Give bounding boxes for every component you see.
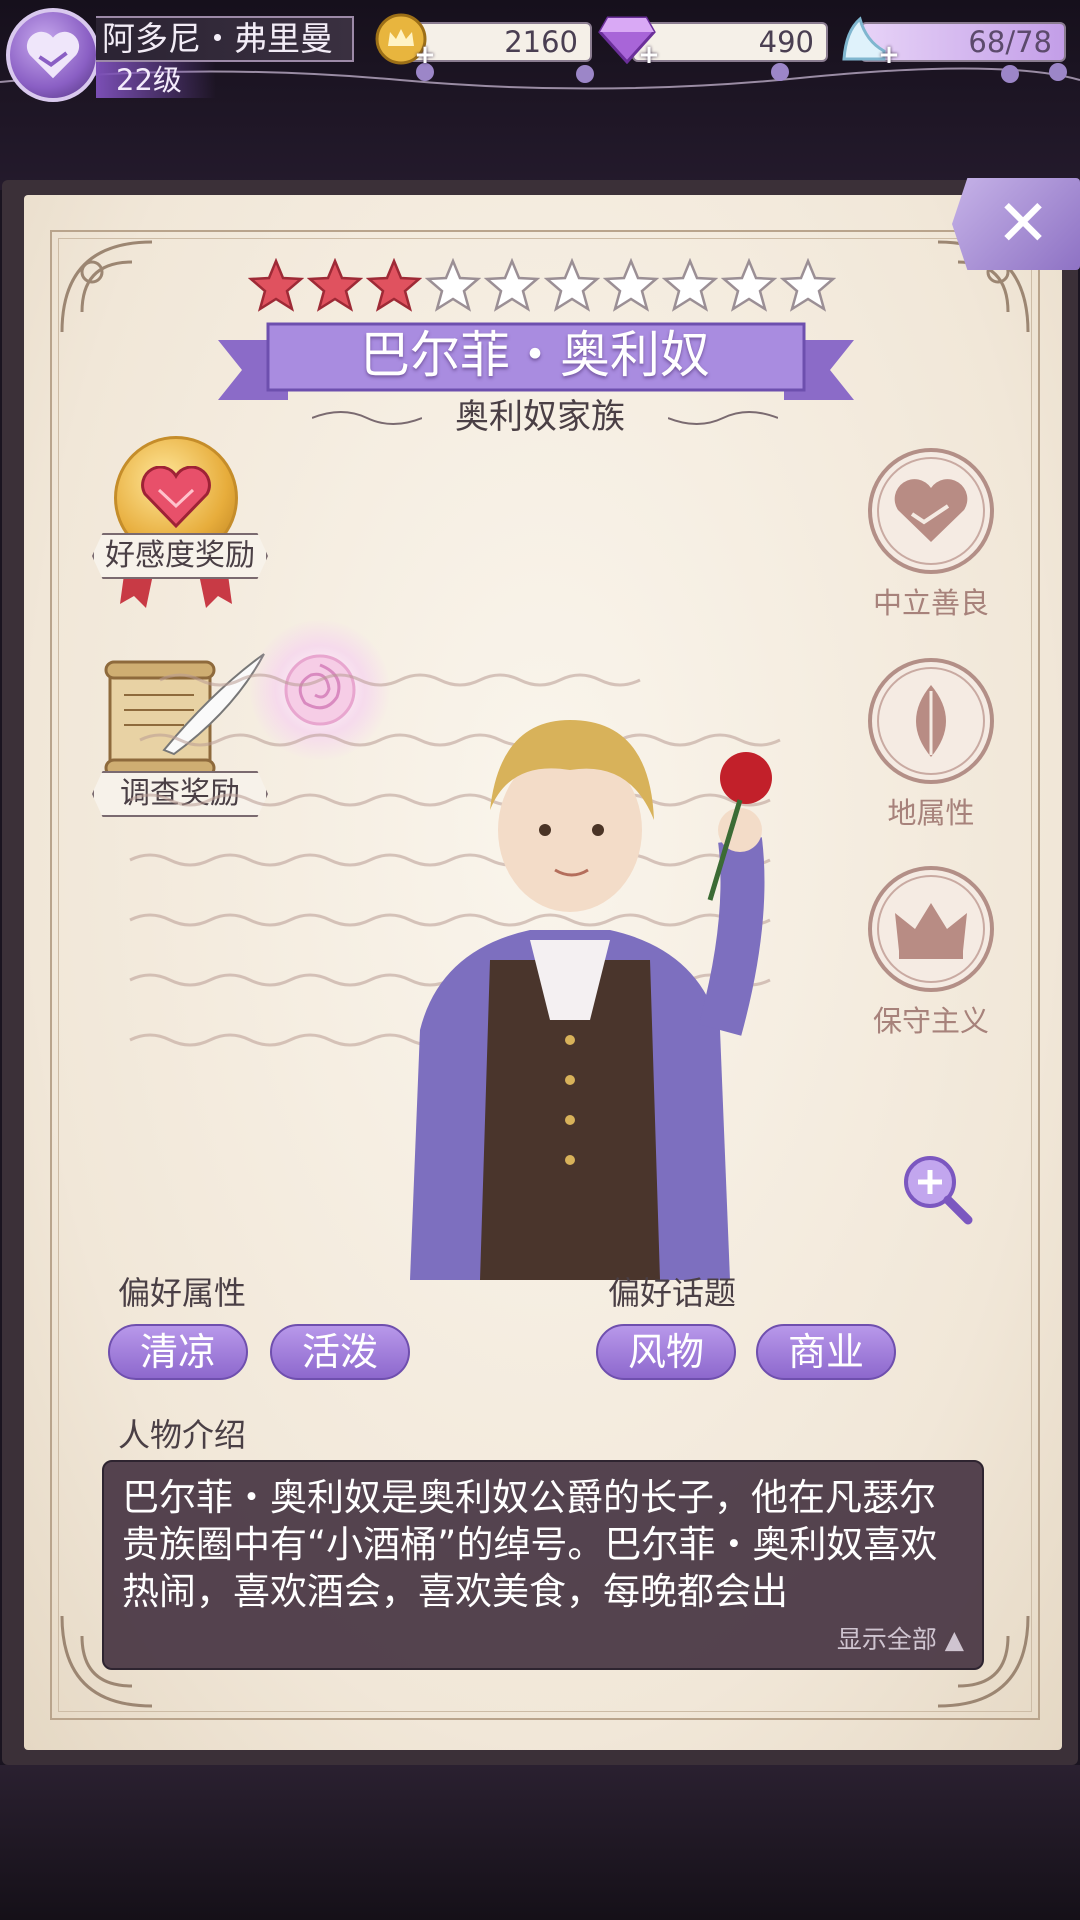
- star-rating: [248, 258, 836, 318]
- trait-emblem-alignment[interactable]: [868, 448, 994, 574]
- close-icon: ✕: [996, 187, 1050, 261]
- heart-gem-icon: [141, 466, 211, 529]
- topic-tag[interactable]: 风物: [596, 1324, 736, 1380]
- corner-ornament-top-left: [60, 240, 153, 333]
- add-gold-button[interactable]: +: [414, 42, 436, 68]
- trait-emblem-ideology[interactable]: [868, 866, 994, 992]
- trait-label-element: 地属性: [887, 796, 975, 830]
- character-family: 奥利奴家族: [455, 397, 625, 437]
- character-intro-box: 巴尔菲・奥利奴是奥利奴公爵的长子，他在凡瑟尔贵族圈中有“小酒桶”的绰号。巴尔菲・…: [102, 1460, 984, 1670]
- handshake-heart-icon: [26, 31, 80, 79]
- trait-label-ideology: 保守主义: [872, 1004, 989, 1038]
- star-filled-icon: [248, 258, 304, 312]
- character-intro-text: 巴尔菲・奥利奴是奥利奴公爵的长子，他在凡瑟尔贵族圈中有“小酒桶”的绰号。巴尔菲・…: [122, 1476, 938, 1613]
- show-all-button[interactable]: 显示全部 ▲: [837, 1620, 964, 1656]
- trait-emblem-element[interactable]: [868, 658, 994, 784]
- trait-label-alignment: 中立善良: [872, 586, 989, 620]
- star-filled-icon: [366, 258, 423, 312]
- player-avatar[interactable]: [6, 8, 100, 102]
- attribute-tag[interactable]: 活泼: [270, 1324, 410, 1380]
- affection-reward-label[interactable]: 好感度奖励: [92, 533, 268, 579]
- diamond-counter: 490: [632, 22, 828, 62]
- zoom-in-button[interactable]: [900, 1152, 974, 1226]
- preferred-topics-title: 偏好话题: [608, 1274, 737, 1312]
- star-empty-icon: [720, 258, 777, 312]
- player-level: 22级: [96, 62, 216, 98]
- topic-tag[interactable]: 商业: [756, 1324, 896, 1380]
- star-empty-icon: [779, 258, 836, 312]
- star-empty-icon: [425, 258, 482, 312]
- star-empty-icon: [484, 258, 541, 312]
- bottom-background: [0, 1765, 1080, 1920]
- attribute-tag[interactable]: 清凉: [108, 1324, 248, 1380]
- flourish-right: [668, 411, 778, 425]
- character-intro-title: 人物介绍: [118, 1416, 247, 1454]
- add-stamina-button[interactable]: +: [878, 42, 900, 68]
- handshake-icon: [894, 479, 968, 542]
- star-filled-icon: [307, 258, 364, 312]
- leaf-icon: [916, 685, 946, 757]
- star-empty-icon: [543, 258, 600, 312]
- character-portrait: [410, 720, 772, 1280]
- player-name: 阿多尼・弗里曼: [96, 16, 354, 62]
- close-button[interactable]: ✕: [952, 178, 1080, 270]
- preferred-attributes-title: 偏好属性: [118, 1274, 247, 1312]
- star-empty-icon: [661, 258, 718, 312]
- add-diamond-button[interactable]: +: [638, 42, 660, 68]
- star-empty-icon: [602, 258, 659, 312]
- crown-icon: [895, 903, 967, 959]
- character-name: 巴尔菲・奥利奴: [360, 326, 710, 384]
